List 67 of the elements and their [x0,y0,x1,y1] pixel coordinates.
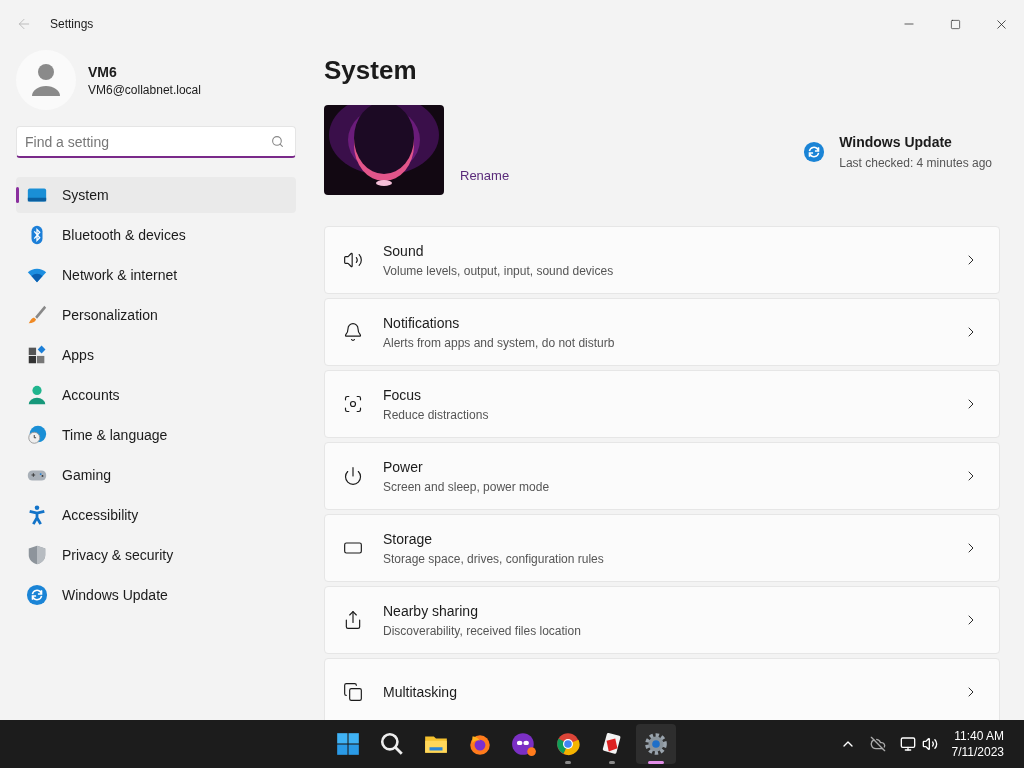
sidebar-item[interactable]: Network & internet [16,257,296,293]
card-title: Power [383,458,424,477]
apps-icon [26,344,48,366]
settings-card[interactable]: Storage Storage space, drives, configuration rules [324,514,1000,582]
card-subtitle: Reduce distractions [383,407,489,423]
power-icon [343,466,363,486]
page-title: System [324,54,418,87]
update-title: Windows Update [839,133,953,152]
windows-icon [343,682,363,702]
settings-card[interactable]: Focus Reduce distractions [324,370,1000,438]
sidebar-item[interactable]: Windows Update [16,577,296,613]
sidebar-item[interactable]: Accounts [16,377,296,413]
card-title: Nearby sharing [383,602,479,621]
card-subtitle: Volume levels, output, input, sound devices [383,263,614,279]
brush-icon [26,304,48,326]
speaker-icon [343,250,363,270]
rename-link[interactable]: Rename [460,165,510,185]
sidebar-item[interactable]: Gaming [16,457,296,493]
card-subtitle: Discoverability, received files location [383,623,581,639]
sidebar-item[interactable]: Time & language [16,417,296,453]
accessibility-icon [26,504,48,526]
card-subtitle: Storage space, drives, configuration rules [383,551,604,567]
search-icon [271,135,284,148]
person-icon [26,384,48,406]
sidebar-item[interactable]: Privacy & security [16,537,296,573]
person-silhouette-icon [30,62,62,98]
taskbar-button[interactable] [636,724,676,764]
search-field[interactable]: Find a setting [16,126,296,158]
gear-icon [643,731,669,757]
card-title: Notifications [383,314,461,333]
update-icon [26,584,48,606]
selection-indicator [16,187,19,203]
settings-card[interactable]: Sound Volume levels, output, input, sound devices [324,226,1000,294]
search-icon [379,731,405,757]
card-subtitle: Alerts from apps and system, do not disturb [383,335,615,351]
card-subtitle: Screen and sleep, power mode [383,479,550,495]
network-icon[interactable] [899,736,916,752]
window-title: Settings [50,16,94,32]
sidebar-item[interactable]: Accessibility [16,497,296,533]
update-status: Last checked: 4 minutes ago [839,155,992,171]
card-title: Storage [383,530,434,549]
maximize-icon [949,18,961,30]
settings-card[interactable]: Power Screen and sleep, power mode [324,442,1000,510]
sidebar-item[interactable]: System [16,177,296,213]
sidebar-item[interactable]: Apps [16,337,296,373]
bell-icon [343,322,363,342]
clock[interactable]: 11:40 AM 7/11/2023 [951,728,1004,760]
shield-icon [26,544,48,566]
mask-icon [511,731,537,757]
card-title: Sound [383,242,425,261]
sidebar-item[interactable]: Bluetooth & devices [16,217,296,253]
focus-icon [343,394,363,414]
card-title: Multitasking [383,683,457,702]
update-icon [803,140,826,163]
card-title: Focus [383,386,423,405]
cloud-off-icon[interactable] [869,736,886,752]
volume-icon[interactable] [921,736,938,752]
account-name: VM6 [88,63,118,82]
settings-card[interactable]: Notifications Alerts from apps and system, do not disturb [324,298,1000,366]
chrome-icon [555,731,581,757]
start-icon [335,731,361,757]
globe-clock-icon [26,424,48,446]
settings-card[interactable]: Multitasking [324,658,1000,720]
sidebar-item[interactable]: Personalization [16,297,296,333]
share-icon [343,610,363,630]
account-email: VM6@collabnet.local [88,82,201,98]
settings-card[interactable]: Nearby sharing Discoverability, received files location [324,586,1000,654]
